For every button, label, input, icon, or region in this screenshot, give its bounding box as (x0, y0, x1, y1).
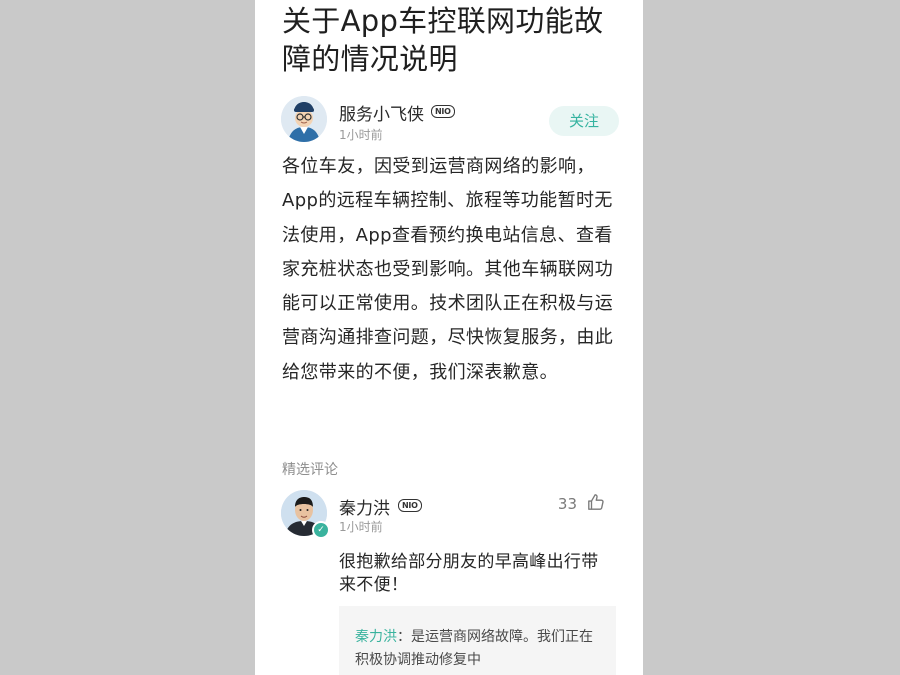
author-name[interactable]: 服务小飞侠 (339, 100, 424, 125)
reply-author[interactable]: 秦力洪 (355, 629, 397, 645)
like-count: 33 (557, 495, 577, 513)
post-time: 1小时前 (339, 128, 383, 142)
comment-item: ✓ 秦力洪 NIO 1小时前 33 很抱歉给部分朋友的早高峰出行带来不便！ 秦力… (281, 490, 617, 675)
article-title: 关于App车控联网功能故障的情况说明 (282, 4, 604, 76)
post-page: 关于App车控联网功能故障的情况说明 服务小飞侠 NIO 1小时前 关注 各位车… (255, 0, 643, 675)
follow-button[interactable]: 关注 (549, 106, 619, 136)
commenter-avatar[interactable]: ✓ (281, 490, 330, 539)
author-avatar[interactable] (281, 96, 327, 142)
reply-box[interactable]: 秦力洪：是运营商网络故障。我们正在积极协调推动修复中 (339, 606, 616, 675)
cartoon-avatar-icon (281, 96, 327, 142)
article-body: 各位车友，因受到运营商网络的影响，App的远程车辆控制、旅程等功能暂时无法使用，… (282, 156, 614, 383)
verified-check-icon: ✓ (312, 521, 330, 539)
nio-badge: NIO (398, 499, 422, 512)
comment-text: 很抱歉给部分朋友的早高峰出行带来不便！ (339, 552, 599, 595)
nio-badge: NIO (431, 105, 455, 118)
thumbs-up-icon[interactable] (587, 493, 605, 511)
comment-time: 1小时前 (339, 520, 383, 534)
commenter-name[interactable]: 秦力洪 (339, 494, 390, 519)
featured-comments-label: 精选评论 (282, 462, 338, 478)
reply-content: 秦力洪：是运营商网络故障。我们正在积极协调推动修复中 (355, 626, 605, 672)
author-row: 服务小飞侠 NIO 1小时前 关注 (281, 96, 619, 144)
